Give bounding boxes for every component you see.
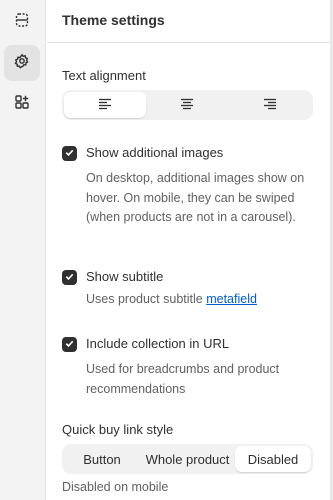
- gear-icon: [14, 53, 30, 74]
- align-center-icon: [180, 98, 194, 113]
- align-left-option[interactable]: [64, 92, 147, 118]
- apps-add-icon: [14, 94, 30, 115]
- collection-url-help: Used for breadcrumbs and product recomme…: [86, 362, 280, 396]
- panel-header: Theme settings: [47, 0, 333, 43]
- checkmark-icon: [64, 269, 75, 287]
- quick-buy-option-button[interactable]: Button: [64, 446, 140, 472]
- quick-buy-control: Button Whole product Disabled: [62, 444, 313, 474]
- checkmark-icon: [64, 336, 75, 354]
- align-right-icon: [263, 98, 277, 113]
- quick-buy-help: Disabled on mobile: [62, 480, 169, 494]
- additional-images-checkbox[interactable]: [62, 146, 77, 161]
- additional-images-label: Show additional images: [86, 145, 224, 160]
- subtitle-help-text: Uses product subtitle: [86, 292, 207, 306]
- quick-buy-label: Quick buy link style: [62, 422, 174, 437]
- align-right-option[interactable]: [229, 92, 311, 118]
- quick-buy-option-disabled[interactable]: Disabled: [235, 446, 311, 472]
- sidebar-rail: [0, 0, 46, 500]
- additional-images-help: On desktop, additional images show on ho…: [86, 171, 305, 224]
- rail-settings-button[interactable]: [4, 45, 40, 81]
- quick-buy-option-whole-product[interactable]: Whole product: [140, 446, 235, 472]
- collection-url-checkbox[interactable]: [62, 337, 77, 352]
- subtitle-checkbox[interactable]: [62, 270, 77, 285]
- panel-title: Theme settings: [62, 12, 165, 28]
- text-alignment-control: [62, 90, 313, 120]
- text-alignment-label: Text alignment: [62, 68, 146, 83]
- subtitle-help: Uses product subtitle metafield: [86, 290, 318, 310]
- rail-sections-button[interactable]: [4, 4, 40, 40]
- sections-icon: [14, 12, 30, 33]
- align-center-option[interactable]: [146, 92, 228, 118]
- metafield-link[interactable]: metafield: [206, 292, 257, 306]
- checkmark-icon: [64, 145, 75, 163]
- theme-settings-panel: Theme settings Text alignment Show addit…: [47, 0, 333, 500]
- subtitle-label: Show subtitle: [86, 269, 164, 284]
- align-left-icon: [98, 98, 112, 113]
- collection-url-label: Include collection in URL: [86, 336, 230, 351]
- rail-apps-button[interactable]: [4, 86, 40, 122]
